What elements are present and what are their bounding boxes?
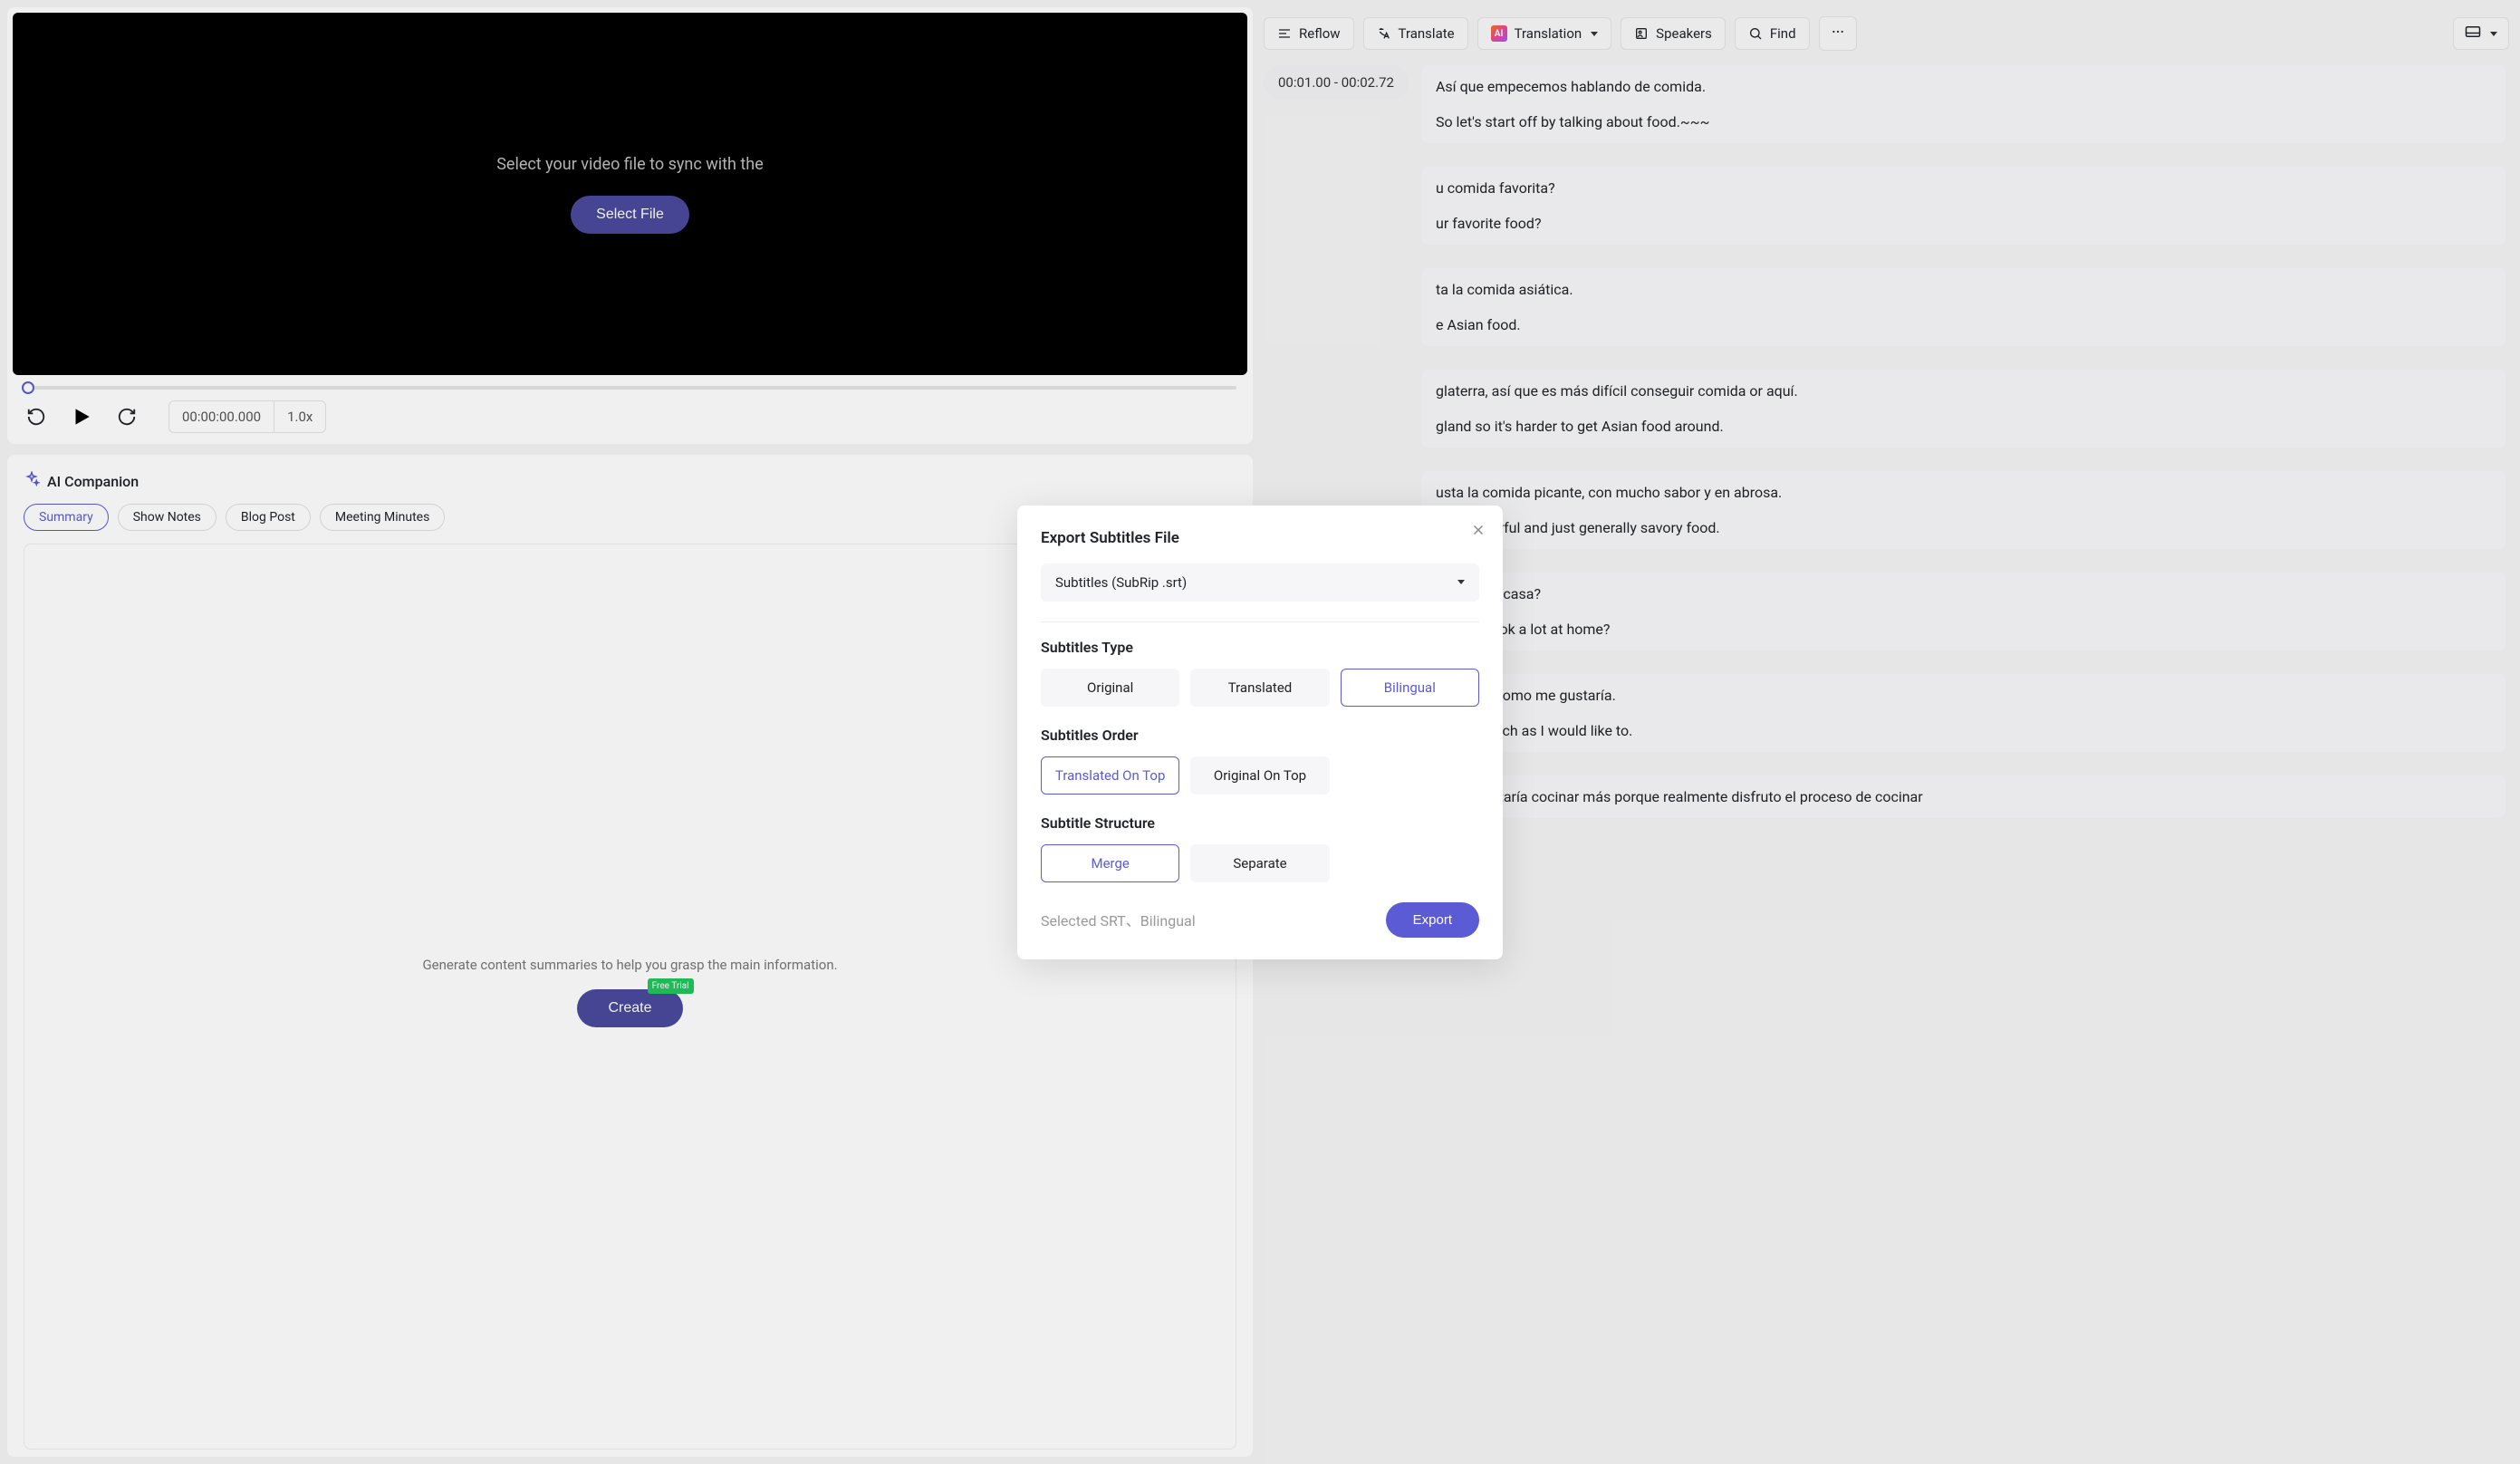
structure-merge[interactable]: Merge <box>1041 844 1179 882</box>
format-value: Subtitles (SubRip .srt) <box>1055 574 1187 591</box>
modal-title: Export Subtitles File <box>1041 529 1479 547</box>
export-button[interactable]: Export <box>1386 902 1479 938</box>
footer-summary: Selected SRT、Bilingual <box>1041 909 1196 930</box>
order-translated-top[interactable]: Translated On Top <box>1041 756 1179 795</box>
export-modal: Export Subtitles File Subtitles (SubRip … <box>1017 506 1503 959</box>
structure-separate[interactable]: Separate <box>1190 844 1329 882</box>
type-segmented: Original Translated Bilingual <box>1041 669 1479 707</box>
type-bilingual[interactable]: Bilingual <box>1341 669 1479 707</box>
divider <box>1041 621 1479 622</box>
structure-label: Subtitle Structure <box>1041 814 1479 832</box>
structure-segmented: Merge Separate <box>1041 844 1479 882</box>
chevron-down-icon <box>1457 580 1465 584</box>
order-segmented: Translated On Top Original On Top <box>1041 756 1479 795</box>
close-icon[interactable] <box>1470 522 1486 542</box>
type-label: Subtitles Type <box>1041 639 1479 656</box>
format-dropdown[interactable]: Subtitles (SubRip .srt) <box>1041 563 1479 602</box>
type-translated[interactable]: Translated <box>1190 669 1329 707</box>
order-label: Subtitles Order <box>1041 727 1479 744</box>
modal-overlay[interactable]: Export Subtitles File Subtitles (SubRip … <box>0 0 2520 1464</box>
order-original-top[interactable]: Original On Top <box>1190 756 1329 795</box>
type-original[interactable]: Original <box>1041 669 1179 707</box>
